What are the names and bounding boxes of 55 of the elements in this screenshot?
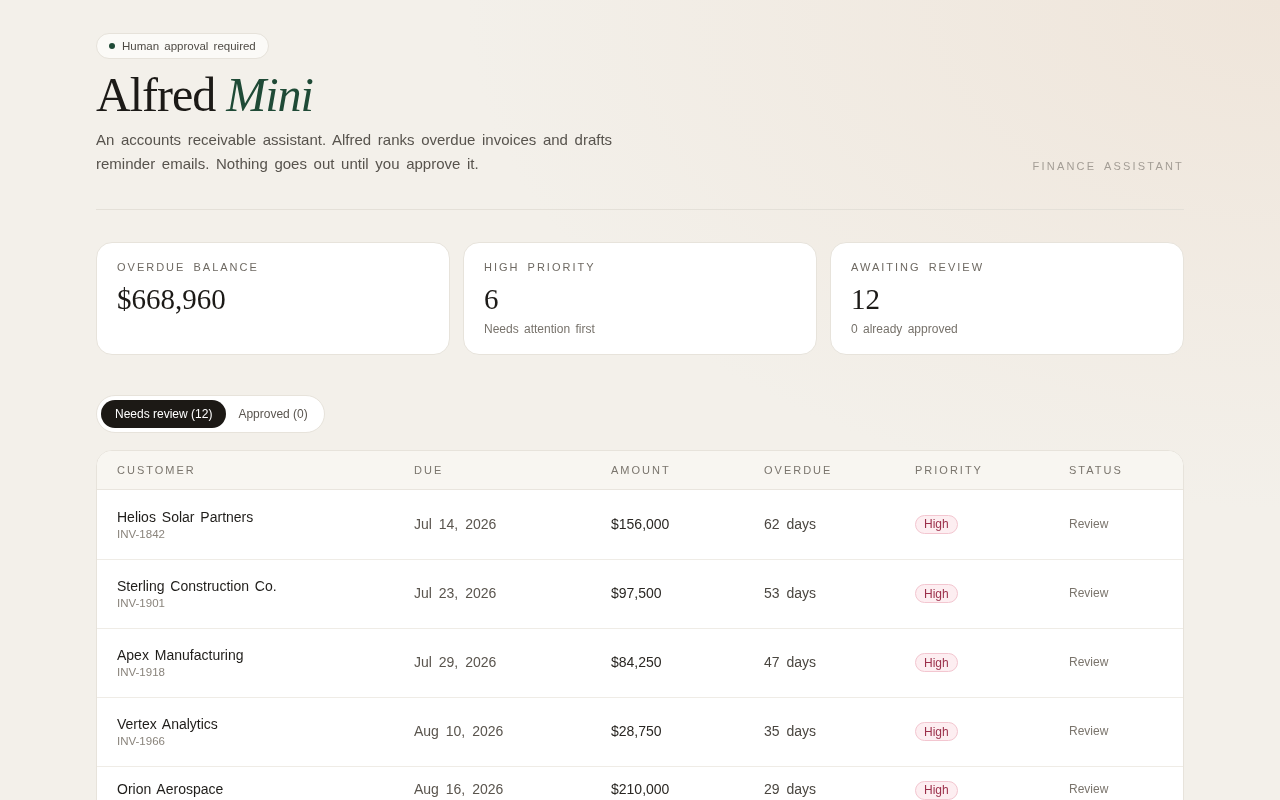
review-link[interactable]: Review <box>1069 780 1109 798</box>
days-overdue: 47 days <box>764 654 817 672</box>
priority-badge: High <box>915 653 958 673</box>
amount: $97,500 <box>611 585 662 603</box>
stat-value: 6 <box>484 281 499 316</box>
column-header: DUE <box>414 463 444 476</box>
review-link[interactable]: Review <box>1069 515 1109 533</box>
days-overdue: 29 days <box>764 780 817 798</box>
stat-label: OVERDUE BALANCE <box>117 260 259 273</box>
customer-name: Apex Manufacturing <box>117 647 244 665</box>
days-overdue: 35 days <box>764 723 817 741</box>
column-header: AMOUNT <box>611 463 671 476</box>
invoice-number: INV-1842 <box>117 527 165 540</box>
stat-note: Needs attention first <box>484 321 595 336</box>
customer-name: Orion Aerospace <box>117 780 224 798</box>
due-date: Jul 23, 2026 <box>414 585 497 603</box>
filter-tab[interactable]: Approved (0) <box>226 399 320 428</box>
due-date: Jul 29, 2026 <box>414 654 497 672</box>
app-description: An accounts receivable assistant. Alfred ranks overdue invoices and drafts reminder emails. Nothing goes out until you approve it. <box>96 129 614 174</box>
badge-label: Human approval required <box>122 40 256 52</box>
review-link[interactable]: Review <box>1069 654 1109 672</box>
stat-value: 12 <box>851 281 880 316</box>
priority-badge: High <box>915 722 958 742</box>
days-overdue: 53 days <box>764 585 817 603</box>
column-header: OVERDUE <box>764 463 833 476</box>
stat-label: HIGH PRIORITY <box>484 260 596 273</box>
column-header: STATUS <box>1069 463 1123 476</box>
due-date: Aug 16, 2026 <box>414 780 504 798</box>
amount: $210,000 <box>611 780 670 798</box>
amount: $28,750 <box>611 723 662 741</box>
amount: $156,000 <box>611 515 670 533</box>
customer-name: Helios Solar Partners <box>117 508 254 526</box>
due-date: Jul 14, 2026 <box>414 515 497 533</box>
stat-label: AWAITING REVIEW <box>851 260 985 273</box>
category-label: FINANCE ASSISTANT <box>1032 159 1184 172</box>
amount: $84,250 <box>611 654 662 672</box>
column-header: CUSTOMER <box>117 463 196 476</box>
app-title: Alfred Mini <box>96 69 313 122</box>
customer-name: Sterling Construction Co. <box>117 578 277 596</box>
invoice-number: INV-1918 <box>117 666 165 679</box>
stat-note: 0 already approved <box>851 321 958 336</box>
status-dot-icon <box>109 43 115 49</box>
due-date: Aug 10, 2026 <box>414 723 504 741</box>
invoice-number: INV-1966 <box>117 735 165 748</box>
priority-badge: High <box>915 780 958 800</box>
review-link[interactable]: Review <box>1069 723 1109 741</box>
filter-tab[interactable]: Needs review (12) <box>101 399 227 428</box>
customer-name: Vertex Analytics <box>117 716 218 734</box>
invoice-number: INV-1901 <box>117 597 165 610</box>
column-header: PRIORITY <box>915 463 983 476</box>
priority-badge: High <box>915 584 958 604</box>
stat-value: $668,960 <box>117 281 226 316</box>
review-link[interactable]: Review <box>1069 585 1109 603</box>
priority-badge: High <box>915 514 958 534</box>
days-overdue: 62 days <box>764 515 817 533</box>
